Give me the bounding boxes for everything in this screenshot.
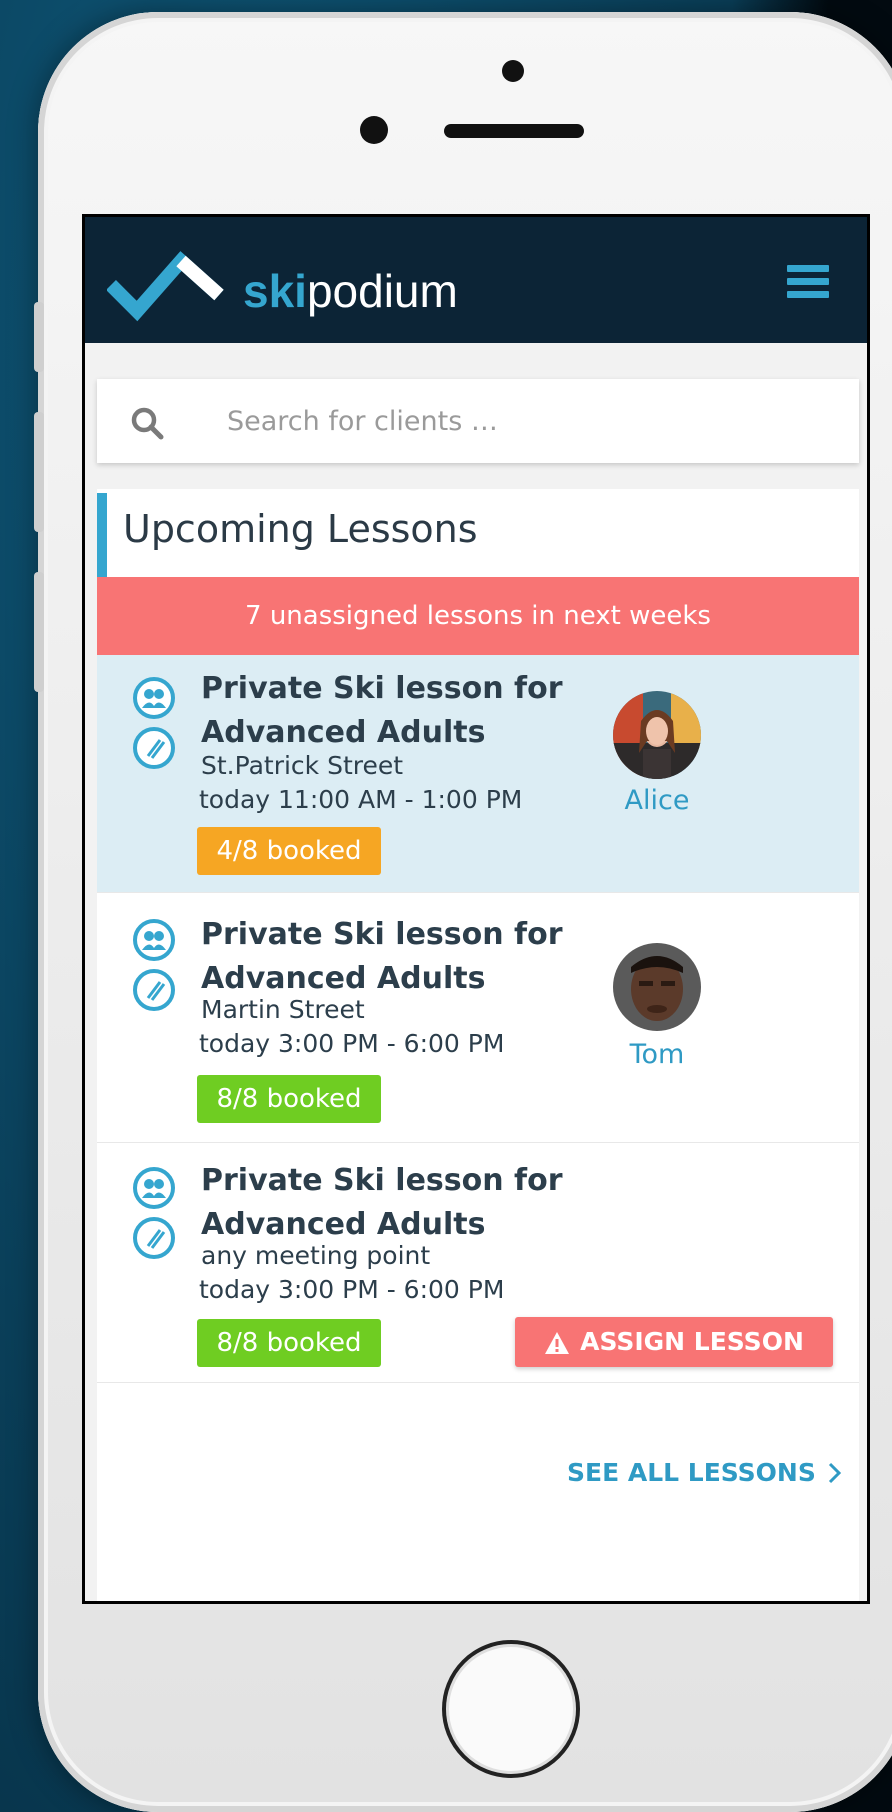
booking-badge: 8/8 booked bbox=[197, 1319, 381, 1367]
chevron-right-icon bbox=[828, 1462, 842, 1484]
proximity-sensor bbox=[502, 60, 524, 82]
lesson-time: today 3:00 PM - 6:00 PM bbox=[199, 1029, 505, 1058]
lesson-time: today 11:00 AM - 1:00 PM bbox=[199, 785, 523, 814]
volume-up-button bbox=[34, 412, 44, 532]
section-header: Upcoming Lessons bbox=[97, 489, 859, 577]
lesson-title: Private Ski lesson for Advanced Adults bbox=[201, 917, 563, 996]
warning-icon bbox=[545, 1332, 570, 1354]
group-icon bbox=[133, 677, 175, 719]
lesson-item[interactable]: Private Ski lesson for Advanced Adults M… bbox=[97, 893, 859, 1143]
instructor-name[interactable]: Alice bbox=[577, 785, 737, 816]
ski-icon bbox=[133, 969, 175, 1011]
upcoming-lessons-card: Upcoming Lessons 7 unassigned lessons in… bbox=[97, 489, 859, 1601]
booking-badge: 8/8 booked bbox=[197, 1075, 381, 1123]
mountain-check-icon bbox=[107, 251, 224, 322]
hamburger-menu-icon[interactable] bbox=[787, 265, 833, 301]
home-button[interactable] bbox=[442, 1640, 580, 1778]
mute-switch bbox=[34, 302, 44, 372]
instructor-photo bbox=[613, 691, 701, 779]
ski-icon bbox=[133, 1217, 175, 1259]
see-all-lessons-link[interactable]: SEE ALL LESSONS bbox=[567, 1451, 867, 1495]
front-camera bbox=[360, 116, 388, 144]
group-icon bbox=[133, 919, 175, 961]
lesson-location: St.Patrick Street bbox=[201, 751, 404, 780]
lesson-item[interactable]: Private Ski lesson for Advanced Adults a… bbox=[97, 1143, 859, 1383]
see-all-lessons-label: SEE ALL LESSONS bbox=[567, 1458, 816, 1487]
logo-wordmark: skipodium bbox=[243, 265, 458, 317]
lesson-location: any meeting point bbox=[201, 1241, 431, 1270]
instructor-name[interactable]: Tom bbox=[577, 1039, 737, 1070]
skipodium-logo[interactable]: skipodium bbox=[107, 245, 467, 325]
assign-lesson-label: ASSIGN LESSON bbox=[580, 1327, 804, 1356]
search-bar bbox=[97, 379, 859, 463]
lesson-time: today 3:00 PM - 6:00 PM bbox=[199, 1275, 505, 1304]
search-input[interactable] bbox=[227, 399, 827, 443]
group-icon bbox=[133, 1167, 175, 1209]
assign-lesson-button[interactable]: ASSIGN LESSON bbox=[515, 1317, 833, 1367]
instructor-photo bbox=[613, 943, 701, 1031]
lesson-title: Private Ski lesson for Advanced Adults bbox=[201, 671, 563, 750]
booking-badge: 4/8 booked bbox=[197, 827, 381, 875]
lesson-title: Private Ski lesson for Advanced Adults bbox=[201, 1163, 563, 1242]
search-icon bbox=[131, 407, 164, 440]
lesson-item[interactable]: Private Ski lesson for Advanced Adults S… bbox=[97, 655, 859, 893]
app-header: skipodium bbox=[85, 217, 867, 343]
lesson-location: Martin Street bbox=[201, 995, 365, 1024]
section-accent-bar bbox=[97, 493, 107, 577]
avatar[interactable] bbox=[613, 943, 701, 1031]
ski-icon bbox=[133, 727, 175, 769]
earpiece-speaker bbox=[444, 124, 584, 138]
phone-screen: skipodium Upcoming Lessons 7 unassigned … bbox=[82, 214, 870, 1604]
volume-down-button bbox=[34, 572, 44, 692]
unassigned-alert[interactable]: 7 unassigned lessons in next weeks bbox=[97, 577, 859, 655]
avatar[interactable] bbox=[613, 691, 701, 779]
section-title: Upcoming Lessons bbox=[123, 507, 478, 551]
